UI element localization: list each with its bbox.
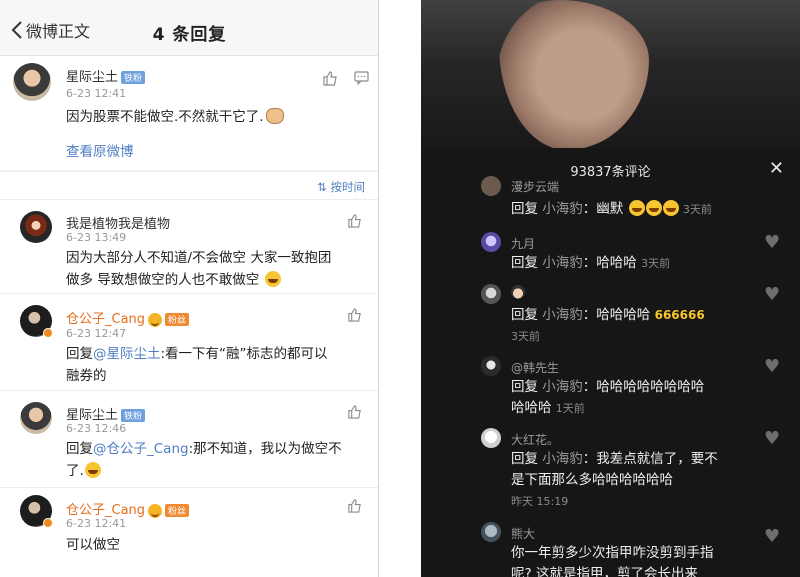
commenter-name[interactable]: 九月 <box>511 235 535 252</box>
close-icon[interactable]: ✕ <box>769 158 784 179</box>
like-icon[interactable] <box>347 498 362 513</box>
comment-time: 3天前 <box>511 330 540 343</box>
comment-text: 回复 小海豹：哈哈哈哈哈哈哈哈 哈哈哈 1天前 <box>511 379 705 416</box>
comment-text: 回复 小海豹：哈哈哈哈 666666 3天前 <box>511 307 705 343</box>
sort-icon: ⇅ <box>317 180 327 194</box>
reply-item: 仓公子_Cang 粉丝 6-23 12:47 回复@星际尘土:看一下有“融”标志的… <box>0 294 378 391</box>
girl-emoji-icon <box>511 285 525 299</box>
comments-sheet: 93837条评论 ✕ 漫步云端 回复 小海豹：幽默 3天前 九月 回复 小海豹：… <box>421 148 800 577</box>
avatar[interactable] <box>481 284 501 304</box>
commenter-name[interactable]: 熊大 <box>511 525 535 542</box>
vip-face-icon <box>148 503 163 518</box>
comment-time: 3天前 <box>641 257 671 270</box>
comment-time: 6-23 12:41 <box>66 87 127 100</box>
video-player[interactable] <box>421 0 800 160</box>
reply-text: 可以做空 <box>66 537 120 553</box>
mention-link[interactable]: 小海豹 <box>542 255 583 271</box>
emoji-666-icon: 666 <box>679 308 705 322</box>
verified-icon <box>43 328 53 338</box>
commenter-name[interactable]: @韩先生 <box>511 359 559 376</box>
video-overlay <box>421 0 800 160</box>
fan-badge: 铁粉 <box>121 71 146 84</box>
comment-time: 3天前 <box>682 203 712 216</box>
screenshot-stage: 微博正文 4 条回复 星际尘土 铁粉 6-23 12:41 因为股票不能做空.不然… <box>0 0 800 577</box>
fan-badge: 粉丝 <box>165 504 190 517</box>
comment-time: 1天前 <box>555 402 585 415</box>
heart-icon[interactable]: ♥ <box>764 284 780 305</box>
reply-item: 星际尘土 铁粉 6-23 12:46 回复@仓公子_Cang:那不知道，我以为做空… <box>0 391 378 488</box>
heart-icon[interactable]: ♥ <box>764 428 780 449</box>
like-icon[interactable] <box>347 307 362 322</box>
avatar[interactable] <box>13 63 51 101</box>
mention-link[interactable]: @星际尘土 <box>93 346 161 362</box>
reply-text: 回复@仓公子_Cang:那不知道，我以为做空不 了. <box>66 441 342 479</box>
heart-icon[interactable]: ♥ <box>764 356 780 377</box>
comments-count-title: 93837条评论 <box>570 165 651 180</box>
mention-link[interactable]: 小海豹 <box>542 307 583 323</box>
vip-face-icon <box>148 312 163 327</box>
avatar[interactable] <box>481 176 501 196</box>
sort-by-time-button[interactable]: ⇅ 按时间 <box>317 179 365 195</box>
like-icon[interactable] <box>347 213 362 228</box>
weibo-panel: 微博正文 4 条回复 星际尘土 铁粉 6-23 12:41 因为股票不能做空.不然… <box>0 0 379 577</box>
emoji-666-icon: 666 <box>654 308 680 322</box>
cat-emoji-icon <box>265 108 284 124</box>
avatar[interactable] <box>20 402 52 434</box>
comment-text: 回复 小海豹：哈哈哈 3天前 <box>511 255 671 271</box>
laugh-cry-emoji-icon <box>628 200 645 216</box>
reply-author[interactable]: 星际尘土 铁粉 <box>66 404 146 423</box>
comment-text: 回复 小海豹：幽默 3天前 <box>511 200 712 217</box>
avatar[interactable] <box>481 356 501 376</box>
smile-emoji-icon <box>84 462 101 478</box>
reply-author[interactable]: 仓公子_Cang 粉丝 <box>66 499 190 518</box>
mention-link[interactable]: 小海豹 <box>542 201 583 217</box>
mention-link[interactable]: 小海豹 <box>542 379 583 395</box>
comment-author[interactable]: 星际尘土 铁粉 <box>66 66 146 85</box>
reply-time: 6-23 12:41 <box>66 517 127 530</box>
laugh-cry-emoji-icon <box>662 200 679 216</box>
commenter-name[interactable]: 漫步云端 <box>511 178 559 195</box>
reply-text: 因为大部分人不知道/不会做空 大家一致抱团 做多 导致想做空的人也不敢做空 <box>66 250 332 288</box>
comment-time: 昨天 15:19 <box>511 495 569 508</box>
comment-icon[interactable] <box>354 71 369 85</box>
mention-link[interactable]: 小海豹 <box>542 451 583 467</box>
view-original-link[interactable]: 查看原微博 <box>66 140 134 160</box>
commenter-name[interactable]: 大红花。 <box>511 431 559 448</box>
smirk-emoji-icon <box>264 271 281 287</box>
page-title: 4 条回复 <box>152 25 227 45</box>
comment-text: 回复 小海豹：我差点就信了，要不 是下面那么多哈哈哈哈哈哈 昨天 15:19 <box>511 451 718 508</box>
reply-time: 6-23 12:47 <box>66 327 127 340</box>
like-icon[interactable] <box>322 70 338 86</box>
comment-text: 因为股票不能做空.不然就干它了. <box>66 106 284 128</box>
commenter-name[interactable] <box>511 285 525 302</box>
reply-time: 6-23 12:46 <box>66 422 127 435</box>
laugh-cry-emoji-icon <box>645 200 662 216</box>
avatar[interactable] <box>20 211 52 243</box>
sort-label: 按时间 <box>330 180 366 194</box>
verified-icon <box>43 518 53 528</box>
heart-icon[interactable]: ♥ <box>764 526 780 547</box>
mention-link[interactable]: @仓公子_Cang <box>93 441 189 457</box>
reply-text: 回复@星际尘土:看一下有“融”标志的都可以 融券的 <box>66 346 328 384</box>
weibo-header: 微博正文 4 条回复 <box>0 0 378 56</box>
avatar[interactable] <box>481 522 501 542</box>
douyin-panel: 93837条评论 ✕ 漫步云端 回复 小海豹：幽默 3天前 九月 回复 小海豹：… <box>421 0 800 577</box>
like-icon[interactable] <box>347 404 362 419</box>
reply-item: 仓公子_Cang 粉丝 6-23 12:41 可以做空 <box>0 488 378 577</box>
comment-text: 你一年剪多少次指甲咋没剪到手指 呢? 这就是指甲，剪了会长出来 <box>511 545 714 577</box>
avatar[interactable] <box>481 428 501 448</box>
reply-author[interactable]: 我是植物我是植物 <box>66 213 170 232</box>
main-comment: 星际尘土 铁粉 6-23 12:41 因为股票不能做空.不然就干它了. 查看原微博 <box>0 56 378 170</box>
reply-item: 我是植物我是植物 6-23 13:49 因为大部分人不知道/不会做空 大家一致抱… <box>0 200 378 294</box>
sort-bar: ⇅ 按时间 <box>0 172 378 200</box>
fan-badge: 粉丝 <box>165 313 190 326</box>
fan-badge: 铁粉 <box>121 409 146 422</box>
avatar[interactable] <box>481 232 501 252</box>
reply-author[interactable]: 仓公子_Cang 粉丝 <box>66 308 190 327</box>
heart-icon[interactable]: ♥ <box>764 232 780 253</box>
reply-time: 6-23 13:49 <box>66 231 127 244</box>
